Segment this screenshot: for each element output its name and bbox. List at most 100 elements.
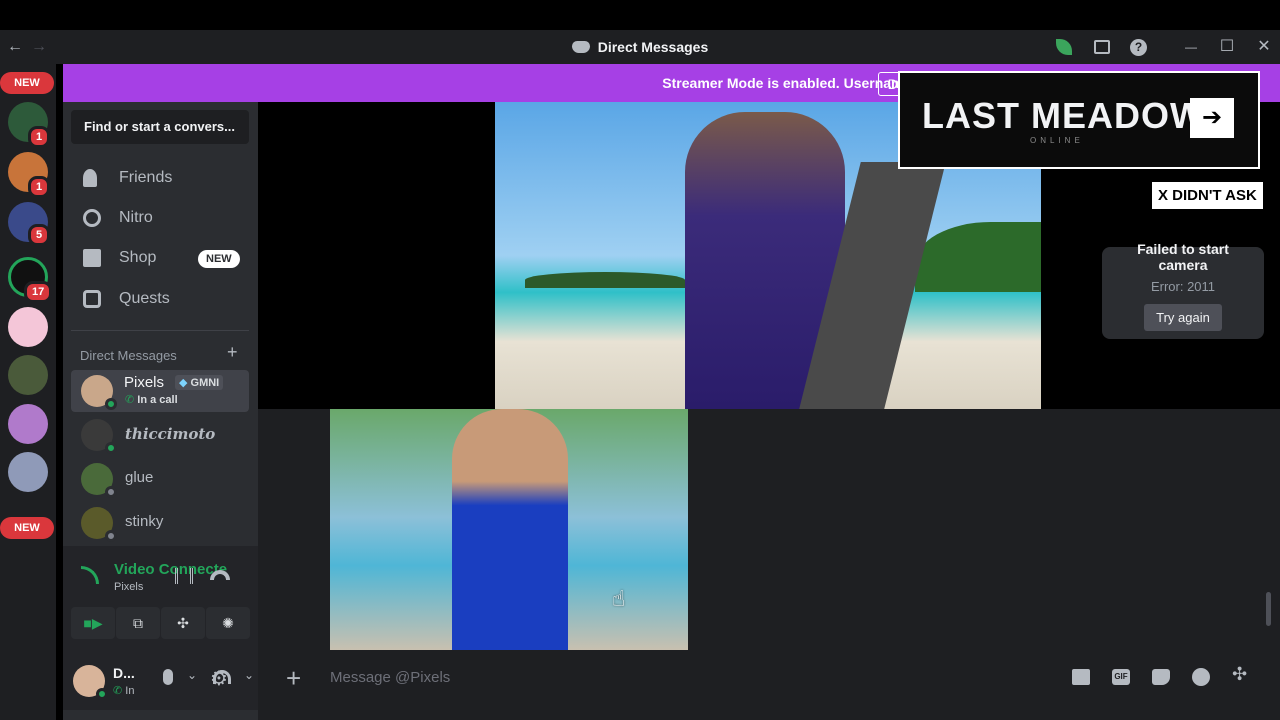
nav-friends[interactable]: Friends bbox=[71, 158, 249, 198]
last-meadow-overlay[interactable]: LAST MEADOW ONLINE ➔ bbox=[898, 71, 1260, 169]
nav-label: Nitro bbox=[119, 209, 153, 226]
nav-label: Shop bbox=[119, 249, 157, 266]
sticker-icon[interactable] bbox=[1152, 669, 1170, 685]
voice-panel: Video Connecte Pixels ■▶ ⧉ ✣ ✺ bbox=[63, 546, 258, 654]
call-status: ✆ In a call bbox=[125, 394, 178, 406]
username[interactable]: D... bbox=[113, 665, 135, 681]
error-title-line2: camera bbox=[1158, 257, 1208, 273]
status-dot bbox=[105, 486, 117, 498]
dm-item-stinky[interactable]: stinky bbox=[71, 502, 249, 544]
new-badge: NEW bbox=[198, 250, 240, 268]
camera-button[interactable]: ■▶ bbox=[71, 607, 115, 639]
discord-icon bbox=[571, 41, 590, 53]
video-tile-pip[interactable] bbox=[330, 409, 688, 650]
dm-name: stinky bbox=[125, 513, 164, 530]
dm-header: Direct Messages bbox=[80, 348, 177, 363]
ad-subtitle: ONLINE bbox=[1030, 136, 1084, 145]
ad-title: LAST MEADOW bbox=[922, 95, 1205, 136]
nav-shop[interactable]: Shop NEW bbox=[71, 238, 249, 278]
message-composer: + Message @Pixels GIF ✣ bbox=[266, 652, 1271, 704]
activities-button[interactable]: ✣ bbox=[161, 607, 205, 639]
noise-suppression-icon[interactable] bbox=[175, 568, 193, 584]
dm-sidebar: Find or start a convers... Friends Nitro… bbox=[63, 102, 258, 720]
attach-button[interactable]: + bbox=[286, 652, 301, 704]
camera-error-card: Failed to start camera Error: 2011 Try a… bbox=[1102, 241, 1264, 339]
emoji-icon[interactable] bbox=[1192, 668, 1210, 686]
chevron-down-icon[interactable]: ⌄ bbox=[244, 668, 254, 682]
mention-badge: 5 bbox=[28, 224, 51, 246]
server-rail: NEW 1 1 5 17 NEW bbox=[0, 64, 56, 720]
gif-icon[interactable]: GIF bbox=[1112, 669, 1130, 685]
island-shape bbox=[525, 272, 685, 288]
server-icon[interactable] bbox=[8, 452, 48, 492]
nav-quests[interactable]: Quests bbox=[71, 279, 249, 319]
dm-item-glue[interactable]: glue bbox=[71, 458, 249, 500]
apps-icon[interactable]: ✣ bbox=[1232, 664, 1247, 685]
try-again-button[interactable]: Try again bbox=[1144, 304, 1222, 331]
user-panel: D... ✆ In ⌄ ⌄ bbox=[63, 654, 258, 710]
status-dot bbox=[105, 442, 117, 454]
friends-icon bbox=[83, 169, 97, 187]
dm-name: glue bbox=[125, 469, 154, 486]
gift-icon[interactable] bbox=[1072, 669, 1090, 685]
phone-icon: ✆ bbox=[113, 685, 126, 697]
call-area: Failed to start camera Error: 2011 Try a… bbox=[258, 71, 1280, 720]
dm-name: thiccimoto bbox=[125, 425, 216, 443]
server-icon[interactable] bbox=[8, 355, 48, 395]
voice-channel-name[interactable]: Pixels bbox=[114, 581, 143, 593]
screen-share-icon: ⧉ bbox=[133, 615, 143, 631]
soundboard-button[interactable]: ✺ bbox=[206, 607, 250, 639]
status-dot bbox=[96, 688, 108, 700]
soundboard-icon: ✺ bbox=[222, 615, 234, 631]
close-button[interactable]: ✕ bbox=[1252, 30, 1276, 64]
video-camera-icon: ■▶ bbox=[83, 615, 103, 631]
nav-nitro[interactable]: Nitro bbox=[71, 198, 249, 238]
chevron-down-icon[interactable]: ⌄ bbox=[187, 668, 197, 682]
nitro-icon bbox=[83, 209, 101, 227]
person-silhouette bbox=[452, 409, 568, 650]
mention-badge: 17 bbox=[24, 281, 53, 303]
shop-icon bbox=[83, 249, 101, 267]
gem-icon: ◆ bbox=[179, 377, 191, 389]
dm-item-thiccimoto[interactable]: thiccimoto bbox=[71, 414, 249, 456]
minimize-button[interactable]: — bbox=[1179, 30, 1203, 64]
settings-icon[interactable]: ⚙ bbox=[210, 666, 228, 691]
guild-tag: ◆ GMNI bbox=[175, 375, 224, 390]
microphone-icon[interactable] bbox=[163, 669, 173, 685]
phone-icon: ✆ bbox=[125, 394, 138, 406]
divider bbox=[71, 330, 249, 331]
server-icon[interactable] bbox=[8, 307, 48, 347]
screen-share-button[interactable]: ⧉ bbox=[116, 607, 160, 639]
scrollbar[interactable] bbox=[1266, 592, 1271, 626]
message-input[interactable]: Message @Pixels bbox=[330, 652, 450, 704]
error-title: Failed to start bbox=[1137, 241, 1229, 257]
maximize-button[interactable]: ☐ bbox=[1215, 30, 1239, 64]
user-status: ✆ In bbox=[113, 685, 135, 697]
inbox-icon[interactable] bbox=[1094, 40, 1110, 54]
status-dot bbox=[105, 398, 117, 410]
new-badge: NEW bbox=[0, 517, 54, 539]
create-dm-button[interactable]: + bbox=[227, 342, 238, 363]
search-input[interactable]: Find or start a convers... bbox=[71, 110, 249, 144]
mention-badge: 1 bbox=[28, 126, 51, 148]
mention-badge: 1 bbox=[28, 176, 51, 198]
hand-cursor-icon: ☝ bbox=[612, 586, 626, 611]
arrow-right-icon[interactable]: ➔ bbox=[1190, 98, 1234, 138]
signal-icon[interactable] bbox=[81, 566, 99, 584]
help-icon[interactable]: ? bbox=[1130, 39, 1147, 56]
activities-icon: ✣ bbox=[177, 615, 189, 631]
new-badge: NEW bbox=[0, 72, 54, 94]
error-code: Error: 2011 bbox=[1150, 279, 1216, 294]
island-shape bbox=[915, 222, 1041, 292]
title-bar: ← → Direct Messages ? — ☐ ✕ bbox=[0, 30, 1280, 64]
nav-label: Friends bbox=[119, 169, 173, 186]
dismiss-overlay-button[interactable]: X DIDN'T ASK bbox=[1152, 182, 1263, 209]
nav-label: Quests bbox=[119, 290, 170, 307]
status-dot bbox=[105, 530, 117, 542]
quests-icon bbox=[83, 290, 101, 308]
window-title: Direct Messages bbox=[0, 30, 1280, 64]
dm-item-pixels[interactable]: Pixels ◆ GMNI ✆ In a call bbox=[71, 370, 249, 412]
server-icon[interactable] bbox=[8, 404, 48, 444]
discord-window: ← → Direct Messages ? — ☐ ✕ NEW 1 1 5 17… bbox=[0, 0, 1280, 720]
dm-name: Pixels bbox=[124, 374, 165, 391]
